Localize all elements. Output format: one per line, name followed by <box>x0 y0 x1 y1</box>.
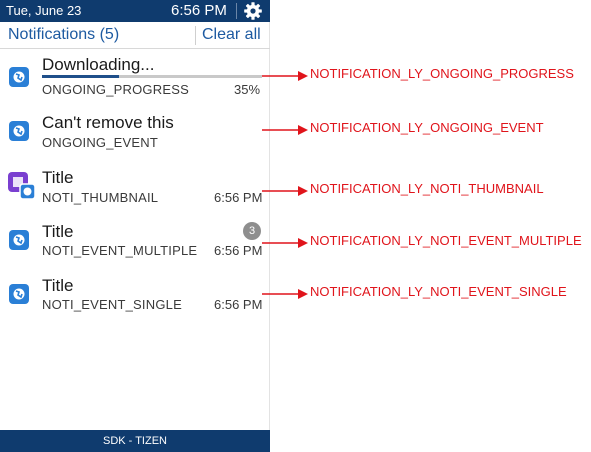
annotation-label: NOTIFICATION_LY_ONGOING_EVENT <box>310 120 544 135</box>
notification-subtitle: NOTI_EVENT_MULTIPLE <box>42 243 198 258</box>
notification-subtitle: ONGOING_PROGRESS <box>42 82 189 97</box>
notification-time: 6:56 PM <box>214 297 263 312</box>
annotation-ongoing-progress: NOTIFICATION_LY_ONGOING_PROGRESS <box>262 66 591 86</box>
header-divider <box>195 26 196 45</box>
status-time: 6:56 PM <box>171 2 227 19</box>
annotation-noti-event-multiple: NOTIFICATION_LY_NOTI_EVENT_MULTIPLE <box>262 233 591 253</box>
annotation-noti-event-single: NOTIFICATION_LY_NOTI_EVENT_SINGLE <box>262 284 591 304</box>
notification-subtitle: ONGOING_EVENT <box>42 135 159 150</box>
annotation-label: NOTIFICATION_LY_ONGOING_PROGRESS <box>310 66 574 81</box>
clear-all-button[interactable]: Clear all <box>202 26 261 44</box>
thumbnail-icon <box>8 172 36 200</box>
notification-title: Can't remove this <box>42 113 174 132</box>
app-globe-icon <box>9 121 29 141</box>
notification-time: 6:56 PM <box>214 243 263 258</box>
progress-bar-fill <box>42 75 119 78</box>
notification-subtitle: NOTI_THUMBNAIL <box>42 190 159 205</box>
annotation-label: NOTIFICATION_LY_NOTI_EVENT_SINGLE <box>310 284 567 299</box>
annotation-label: NOTIFICATION_LY_NOTI_THUMBNAIL <box>310 181 544 196</box>
annotation-ongoing-event: NOTIFICATION_LY_ONGOING_EVENT <box>262 120 591 140</box>
footer-bar: SDK - TIZEN <box>0 430 270 452</box>
progress-bar <box>42 75 262 78</box>
notifications-header: Notifications (5) Clear all <box>0 22 270 49</box>
arrow-right-icon <box>262 125 308 135</box>
arrow-right-icon <box>262 289 308 299</box>
gear-icon[interactable] <box>243 1 263 21</box>
notification-time: 6:56 PM <box>214 190 263 205</box>
notification-ongoing-event[interactable]: Can't remove this ONGOING_EVENT <box>0 106 270 160</box>
notification-title: Title <box>42 222 74 241</box>
status-divider <box>236 3 237 19</box>
status-bar: Tue, June 23 6:56 PM <box>0 0 270 22</box>
page-title: Notifications (5) <box>8 26 120 43</box>
arrow-right-icon <box>262 71 308 81</box>
notification-title: Title <box>42 276 74 295</box>
notification-event-single[interactable]: Title NOTI_EVENT_SINGLE 6:56 PM <box>0 270 270 324</box>
app-globe-icon <box>9 67 29 87</box>
app-globe-icon <box>9 230 29 250</box>
notification-subtitle: NOTI_EVENT_SINGLE <box>42 297 182 312</box>
notification-panel: Tue, June 23 6:56 PM Notifications (5) C… <box>0 0 270 452</box>
notification-title: Downloading... <box>42 55 155 74</box>
notification-event-multiple[interactable]: Title NOTI_EVENT_MULTIPLE 6:56 PM <box>0 216 270 270</box>
app-globe-icon <box>9 284 29 304</box>
annotation-label: NOTIFICATION_LY_NOTI_EVENT_MULTIPLE <box>310 233 582 248</box>
annotation-noti-thumbnail: NOTIFICATION_LY_NOTI_THUMBNAIL <box>262 181 591 201</box>
status-date: Tue, June 23 <box>6 3 82 18</box>
notification-thumbnail[interactable]: Title NOTI_THUMBNAIL 6:56 PM <box>0 161 270 215</box>
count-badge: 3 <box>243 222 261 240</box>
progress-percent: 35% <box>234 82 261 97</box>
arrow-right-icon <box>262 238 308 248</box>
notification-title: Title <box>42 168 74 187</box>
arrow-right-icon <box>262 186 308 196</box>
